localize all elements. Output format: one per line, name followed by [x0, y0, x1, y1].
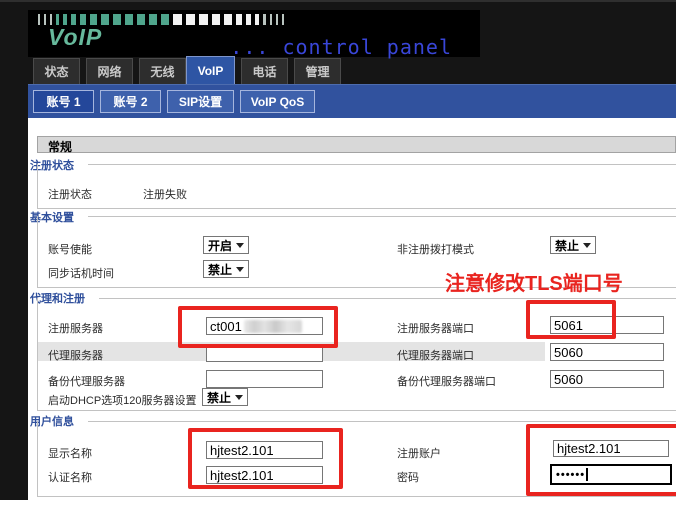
- tab-network[interactable]: 网络: [86, 58, 133, 84]
- backup-proxy-port-input[interactable]: [550, 370, 664, 388]
- proxy-port-label: 代理服务器端口: [397, 350, 474, 362]
- fieldset1-topline: [88, 164, 676, 165]
- password-dots: ••••••: [556, 468, 586, 481]
- reg-status-value: 注册失败: [143, 189, 187, 201]
- fieldset3-topline: [99, 298, 676, 299]
- fieldset2-topline: [88, 216, 676, 217]
- register-account-label: 注册账户: [397, 448, 441, 460]
- dhcp-option120-select[interactable]: 禁止: [202, 388, 248, 406]
- general-section-bar: 常规: [37, 136, 676, 154]
- register-port-input[interactable]: [550, 316, 664, 334]
- fieldset1-bottomline: [37, 208, 676, 209]
- text-caret: [586, 468, 589, 481]
- password-input[interactable]: ••••••: [550, 464, 672, 485]
- tab-wireless[interactable]: 无线: [139, 58, 186, 84]
- register-account-input[interactable]: [553, 440, 669, 457]
- subtab-voip-qos[interactable]: VoIP QoS: [240, 90, 315, 113]
- tls-port-warning-note: 注意修改TLS端口号: [445, 273, 623, 295]
- tab-phone[interactable]: 电话: [241, 58, 288, 84]
- fieldset4-leftline: [37, 421, 38, 496]
- chevron-down-icon: [236, 266, 244, 272]
- tab-admin[interactable]: 管理: [294, 58, 341, 84]
- brand-logo: VoIP: [48, 24, 103, 50]
- fieldset4-topline: [88, 421, 676, 422]
- voip-control-panel-page: VoIP ... control panel 状态 网络 无线 VoIP 电话 …: [0, 0, 676, 514]
- proxy-server-label: 代理服务器: [48, 350, 103, 362]
- chevron-down-icon: [583, 242, 591, 248]
- chevron-down-icon: [236, 242, 244, 248]
- proxy-port-input[interactable]: [550, 343, 664, 361]
- subtab-sip-settings[interactable]: SIP设置: [167, 90, 234, 113]
- fieldset2-leftline: [37, 216, 38, 287]
- reg-status-label: 注册状态: [48, 189, 92, 201]
- account-enable-label: 账号使能: [48, 244, 92, 256]
- sync-time-label: 同步话机时间: [48, 268, 114, 280]
- auth-name-label: 认证名称: [48, 472, 92, 484]
- brand-tagline: ... control panel: [230, 35, 452, 59]
- unregistered-dial-select[interactable]: 禁止: [550, 236, 596, 254]
- register-server-input[interactable]: ct001: [206, 317, 323, 335]
- register-server-value: ct001: [210, 318, 242, 334]
- unregistered-dial-value: 禁止: [555, 238, 580, 253]
- backup-proxy-server-label: 备份代理服务器: [48, 376, 125, 388]
- backup-proxy-server-input[interactable]: [206, 370, 323, 388]
- account-enable-select[interactable]: 开启: [203, 236, 249, 254]
- dhcp-option120-label: 启动DHCP选项120服务器设置: [48, 395, 197, 407]
- password-label: 密码: [397, 472, 419, 484]
- subtab-account1[interactable]: 账号 1: [33, 90, 94, 113]
- tab-status[interactable]: 状态: [33, 58, 80, 84]
- subtab-account2[interactable]: 账号 2: [100, 90, 161, 113]
- fieldset4-bottomline: [37, 496, 676, 497]
- sync-time-value: 禁止: [208, 262, 233, 277]
- proxy-server-input[interactable]: [206, 344, 323, 362]
- redacted-text: [243, 319, 302, 333]
- register-port-label: 注册服务器端口: [397, 323, 474, 335]
- dhcp-option120-value: 禁止: [207, 390, 232, 405]
- backup-proxy-port-label: 备份代理服务器端口: [397, 376, 496, 388]
- fieldset3-bottomline: [37, 410, 676, 411]
- red-highlight-account-password: [526, 424, 676, 496]
- fieldset1-leftline: [37, 164, 38, 208]
- account-enable-value: 开启: [208, 238, 233, 253]
- chevron-down-icon: [235, 394, 243, 400]
- display-name-label: 显示名称: [48, 448, 92, 460]
- register-server-label: 注册服务器: [48, 323, 103, 335]
- auth-name-input[interactable]: [206, 466, 323, 484]
- proxy-legend: 代理和注册: [30, 290, 88, 306]
- sync-time-select[interactable]: 禁止: [203, 260, 249, 278]
- general-section-title: 常规: [48, 140, 73, 154]
- brand-banner: VoIP ... control panel: [28, 10, 480, 59]
- unregistered-dial-label: 非注册拨打模式: [397, 244, 474, 256]
- display-name-input[interactable]: [206, 441, 323, 459]
- tab-voip[interactable]: VoIP: [186, 56, 235, 84]
- left-dark-strip: [0, 84, 28, 500]
